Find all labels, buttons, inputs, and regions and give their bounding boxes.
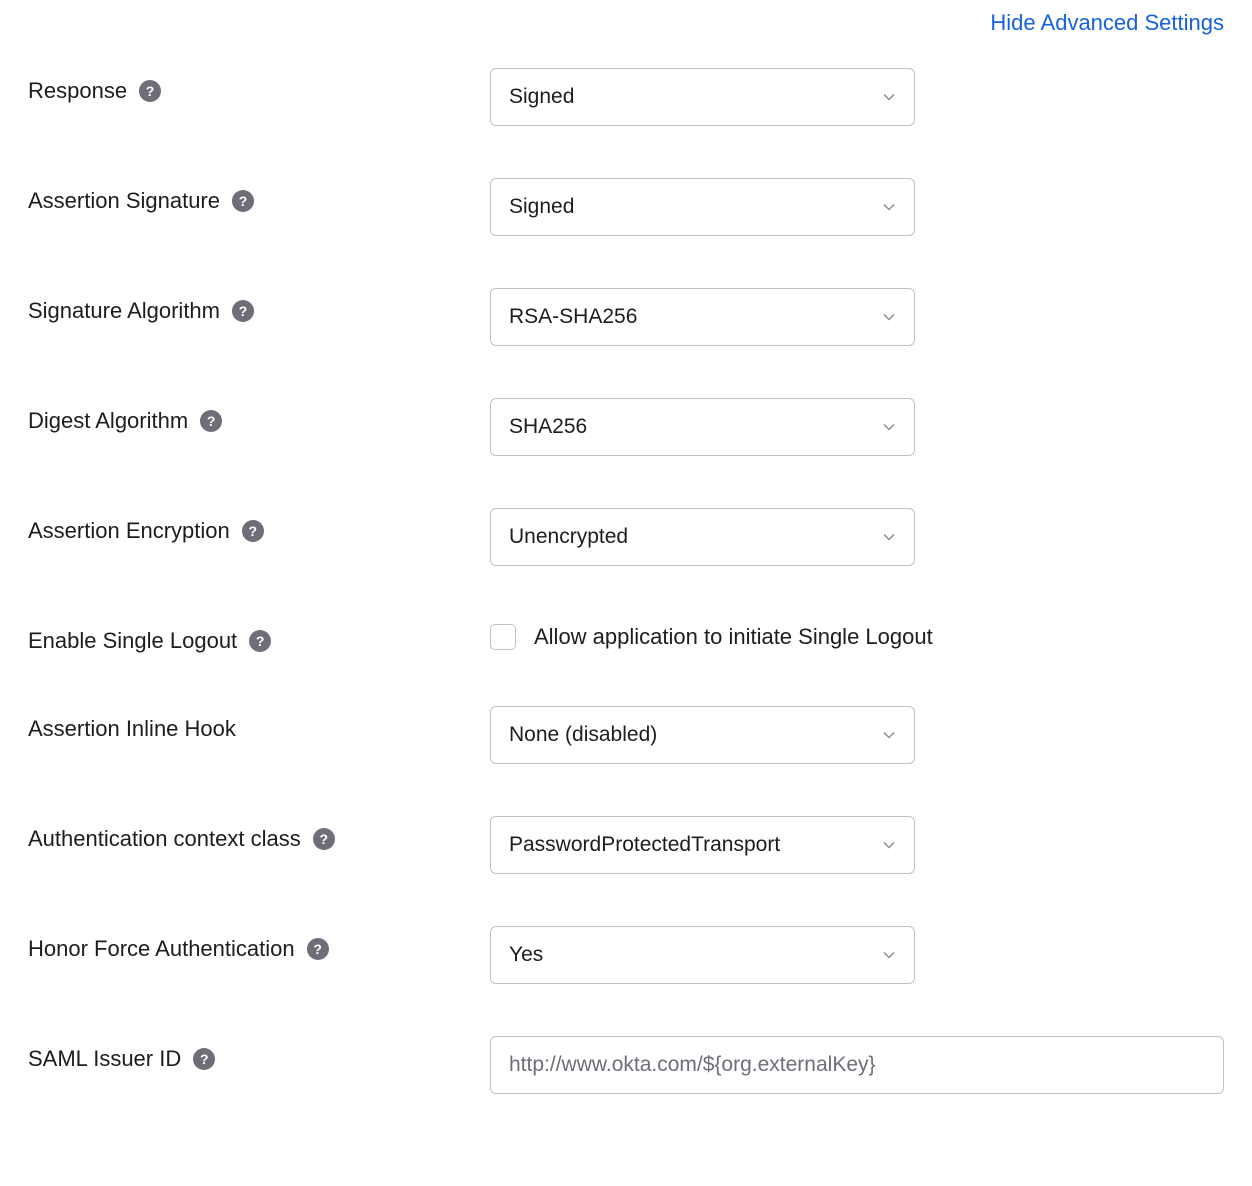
help-icon[interactable]: ? bbox=[232, 190, 254, 212]
assertion-signature-select[interactable]: Signed bbox=[490, 178, 915, 236]
row-enable-single-logout: Enable Single Logout ? Allow application… bbox=[28, 618, 1224, 654]
help-icon[interactable]: ? bbox=[313, 828, 335, 850]
row-authn-context-class: Authentication context class ? PasswordP… bbox=[28, 816, 1224, 874]
enable-single-logout-checkbox[interactable] bbox=[490, 624, 516, 650]
authn-context-class-select[interactable]: PasswordProtectedTransport bbox=[490, 816, 915, 874]
row-assertion-inline-hook: Assertion Inline Hook None (disabled) bbox=[28, 706, 1224, 764]
row-response: Response ? Signed bbox=[28, 68, 1224, 126]
enable-single-logout-checkbox-label: Allow application to initiate Single Log… bbox=[534, 624, 933, 650]
hide-advanced-settings-link[interactable]: Hide Advanced Settings bbox=[990, 10, 1224, 36]
digest-algorithm-select[interactable]: SHA256 bbox=[490, 398, 915, 456]
help-icon[interactable]: ? bbox=[139, 80, 161, 102]
label-assertion-signature: Assertion Signature bbox=[28, 188, 220, 214]
label-enable-single-logout: Enable Single Logout bbox=[28, 628, 237, 654]
row-saml-issuer-id: SAML Issuer ID ? bbox=[28, 1036, 1224, 1094]
label-response: Response bbox=[28, 78, 127, 104]
assertion-encryption-select[interactable]: Unencrypted bbox=[490, 508, 915, 566]
row-assertion-signature: Assertion Signature ? Signed bbox=[28, 178, 1224, 236]
help-icon[interactable]: ? bbox=[249, 630, 271, 652]
honor-force-authn-select[interactable]: Yes bbox=[490, 926, 915, 984]
signature-algorithm-select[interactable]: RSA-SHA256 bbox=[490, 288, 915, 346]
row-assertion-encryption: Assertion Encryption ? Unencrypted bbox=[28, 508, 1224, 566]
label-honor-force-authn: Honor Force Authentication bbox=[28, 936, 295, 962]
label-assertion-inline-hook: Assertion Inline Hook bbox=[28, 716, 236, 742]
help-icon[interactable]: ? bbox=[232, 300, 254, 322]
row-digest-algorithm: Digest Algorithm ? SHA256 bbox=[28, 398, 1224, 456]
label-saml-issuer-id: SAML Issuer ID bbox=[28, 1046, 181, 1072]
help-icon[interactable]: ? bbox=[242, 520, 264, 542]
row-signature-algorithm: Signature Algorithm ? RSA-SHA256 bbox=[28, 288, 1224, 346]
label-authn-context-class: Authentication context class bbox=[28, 826, 301, 852]
label-digest-algorithm: Digest Algorithm bbox=[28, 408, 188, 434]
help-icon[interactable]: ? bbox=[307, 938, 329, 960]
saml-issuer-id-input[interactable] bbox=[490, 1036, 1224, 1094]
label-signature-algorithm: Signature Algorithm bbox=[28, 298, 220, 324]
row-honor-force-authn: Honor Force Authentication ? Yes bbox=[28, 926, 1224, 984]
response-select[interactable]: Signed bbox=[490, 68, 915, 126]
help-icon[interactable]: ? bbox=[193, 1048, 215, 1070]
label-assertion-encryption: Assertion Encryption bbox=[28, 518, 230, 544]
assertion-inline-hook-select[interactable]: None (disabled) bbox=[490, 706, 915, 764]
help-icon[interactable]: ? bbox=[200, 410, 222, 432]
